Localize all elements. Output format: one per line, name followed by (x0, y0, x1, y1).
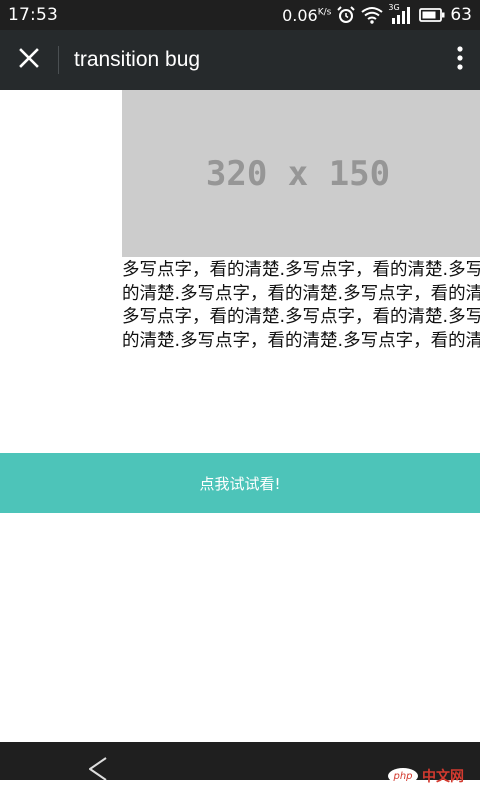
net-speed-unit: K/s (317, 7, 332, 18)
status-bar: 17:53 0.06K/s 3G 63 (0, 0, 480, 30)
watermark-badge: php (388, 768, 418, 784)
try-it-button[interactable]: 点我试试看! (0, 453, 480, 513)
close-icon (19, 48, 39, 72)
signal-icon: 3G (388, 3, 414, 25)
text-block: 多写点字，看的清楚.多写点字，看的清楚.多写点字，看 的清楚.多写点字，看的清楚… (122, 259, 480, 359)
status-icons: 0.06K/s 3G 63 (282, 3, 472, 25)
status-time: 17:53 (8, 5, 58, 25)
battery-icon (419, 8, 445, 22)
battery-level: 63 (450, 5, 472, 25)
text-line: 的清楚.多写点字，看的清楚.多写点字，看的清楚.多写点字，看 (122, 330, 480, 351)
text-line: 多写点字，看的清楚.多写点字，看的清楚.多写点字，看 (122, 260, 480, 280)
navigation-bar: php 中文网 (0, 742, 480, 785)
watermark: php 中文网 (388, 766, 480, 785)
placeholder-image-label: 320 x 150 (205, 153, 391, 194)
alarm-icon (336, 5, 356, 25)
title-divider (58, 46, 59, 74)
text-line: 的清楚.多写点字，看的清楚.多写点字，看的清楚.多写点字，看 (122, 283, 480, 304)
wifi-icon (361, 6, 383, 24)
title-bar: transition bug (0, 30, 480, 90)
overflow-menu-button[interactable] (440, 30, 480, 90)
watermark-text: 中文网 (422, 769, 464, 785)
signal-type: 3G (388, 3, 400, 12)
close-button[interactable] (0, 30, 58, 90)
back-icon[interactable] (84, 756, 114, 781)
net-speed: 0.06K/s (282, 6, 331, 25)
text-line: 多写点字，看的清楚.多写点字，看的清楚.多写点字，看 (122, 307, 480, 327)
net-speed-value: 0.06 (282, 5, 318, 25)
placeholder-image: 320 x 150 (122, 90, 480, 257)
overflow-menu-icon (457, 46, 463, 74)
page-title: transition bug (74, 48, 201, 71)
